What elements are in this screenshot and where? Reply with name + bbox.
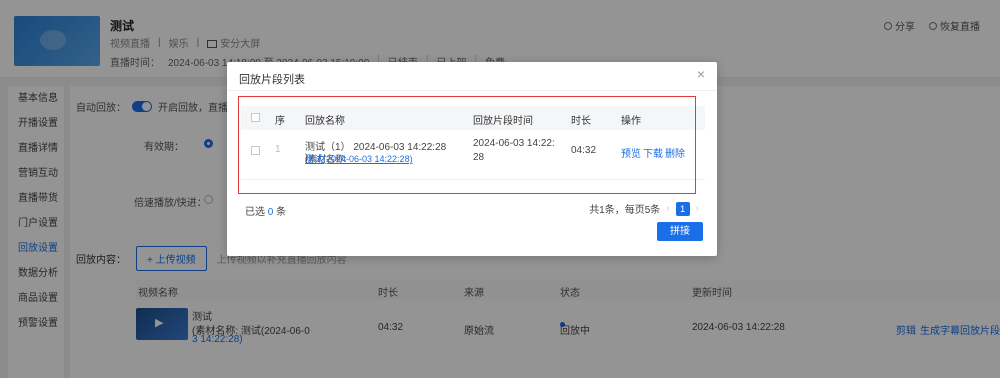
pagination: 共1条，每页5条 ‹ 1 › (589, 201, 699, 216)
prev-page-icon[interactable]: ‹ (666, 203, 669, 214)
close-icon[interactable]: × (697, 67, 705, 81)
modal-title: 回放片段列表 (239, 74, 305, 86)
next-page-icon[interactable]: › (696, 203, 699, 214)
replay-segment-modal: 回放片段列表 × 序 回放名称 回放片段时间 时长 操作 1 测试（1） 202… (227, 62, 717, 256)
pager-total: 共1条，每页5条 (589, 205, 661, 216)
modal-divider (227, 90, 717, 91)
highlight-box (238, 96, 696, 194)
merge-button[interactable]: 拼接 (657, 222, 703, 241)
page-1-button[interactable]: 1 (675, 201, 690, 216)
selected-count: 已选 0 条 (245, 207, 287, 218)
